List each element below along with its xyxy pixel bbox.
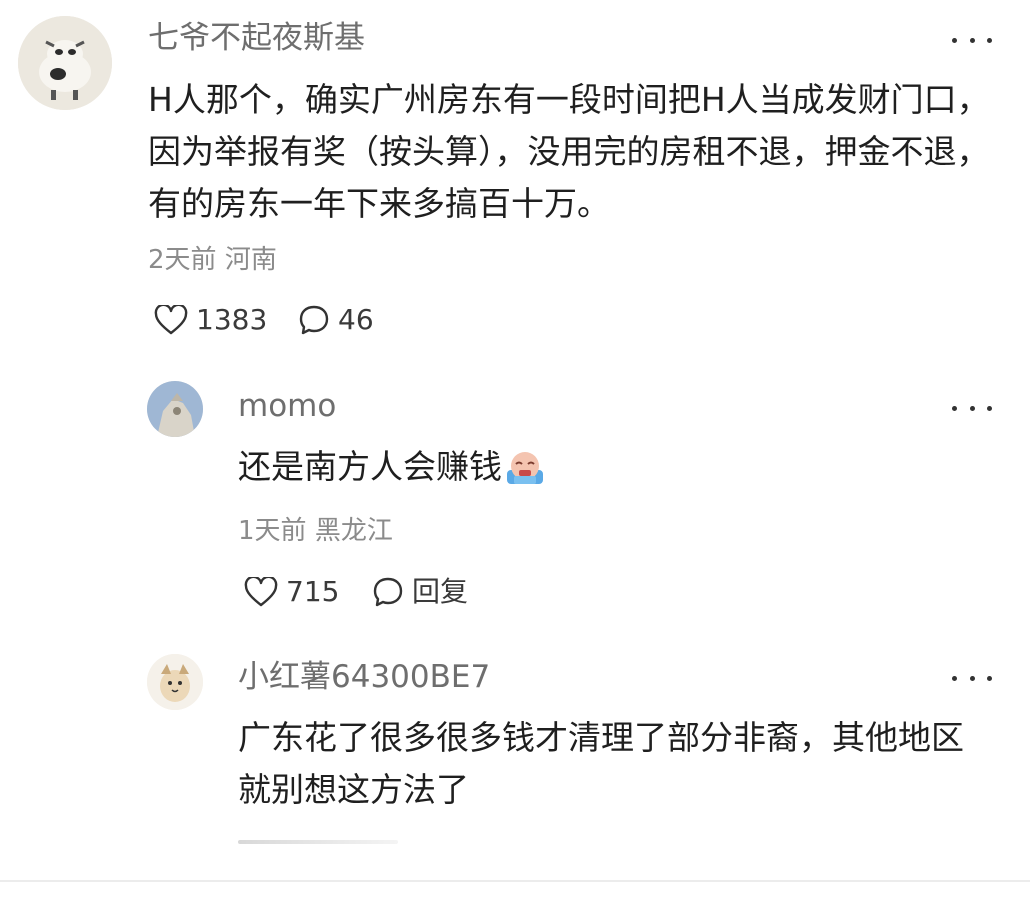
reply-location: 黑龙江 [314,516,393,546]
reply-username[interactable]: momo [238,386,336,426]
like-button[interactable]: 1383 [154,302,267,338]
reply-count: 46 [338,303,374,336]
reply-meta: 1天前 黑龙江 [238,514,393,548]
reply-text: 还是南方人会赚钱 [238,441,978,493]
reply-count-button[interactable]: 46 [298,302,374,338]
reply-label: 回复 [412,575,469,608]
comment-bubble-icon [299,305,329,335]
more-dots-icon [952,405,957,411]
comment-time: 2天前 [148,245,217,275]
like-count: 1383 [196,303,268,336]
comment-bubble-icon [373,577,403,607]
reply-avatar[interactable] [147,381,203,437]
avatar[interactable] [18,16,112,110]
reply-username[interactable]: 小红薯64300BE7 [238,657,490,697]
more-options-button[interactable] [952,668,992,688]
comment-location: 河南 [224,245,277,275]
comment-username[interactable]: 七爷不起夜斯基 [148,18,365,58]
more-options-button[interactable] [952,398,992,418]
like-button[interactable]: 715 [244,574,339,610]
comment-text: H人那个，确实广州房东有一段时间把H人当成发财门口，因为举报有奖（按头算），没用… [148,80,990,223]
cow-avatar-icon [18,16,112,110]
heart-icon [244,577,278,607]
heart-icon [154,305,188,335]
sculpture-avatar-icon [147,381,203,437]
crying-money-emoji-icon [507,452,543,484]
comment-meta: 2天前 河南 [148,243,277,277]
bottom-divider [0,880,1030,882]
more-dots-icon [952,675,957,681]
like-count: 715 [286,575,340,608]
more-options-button[interactable] [952,30,992,50]
cartoon-avatar-icon [147,654,203,710]
more-dots-icon [952,37,957,43]
reply-text: 广东花了很多很多钱才清理了部分非裔，其他地区就别想这方法了 [238,718,964,809]
reply-button[interactable]: 回复 [372,574,468,610]
truncation-divider [238,840,398,844]
reply-avatar[interactable] [147,654,203,710]
reply-time: 1天前 [238,516,307,546]
